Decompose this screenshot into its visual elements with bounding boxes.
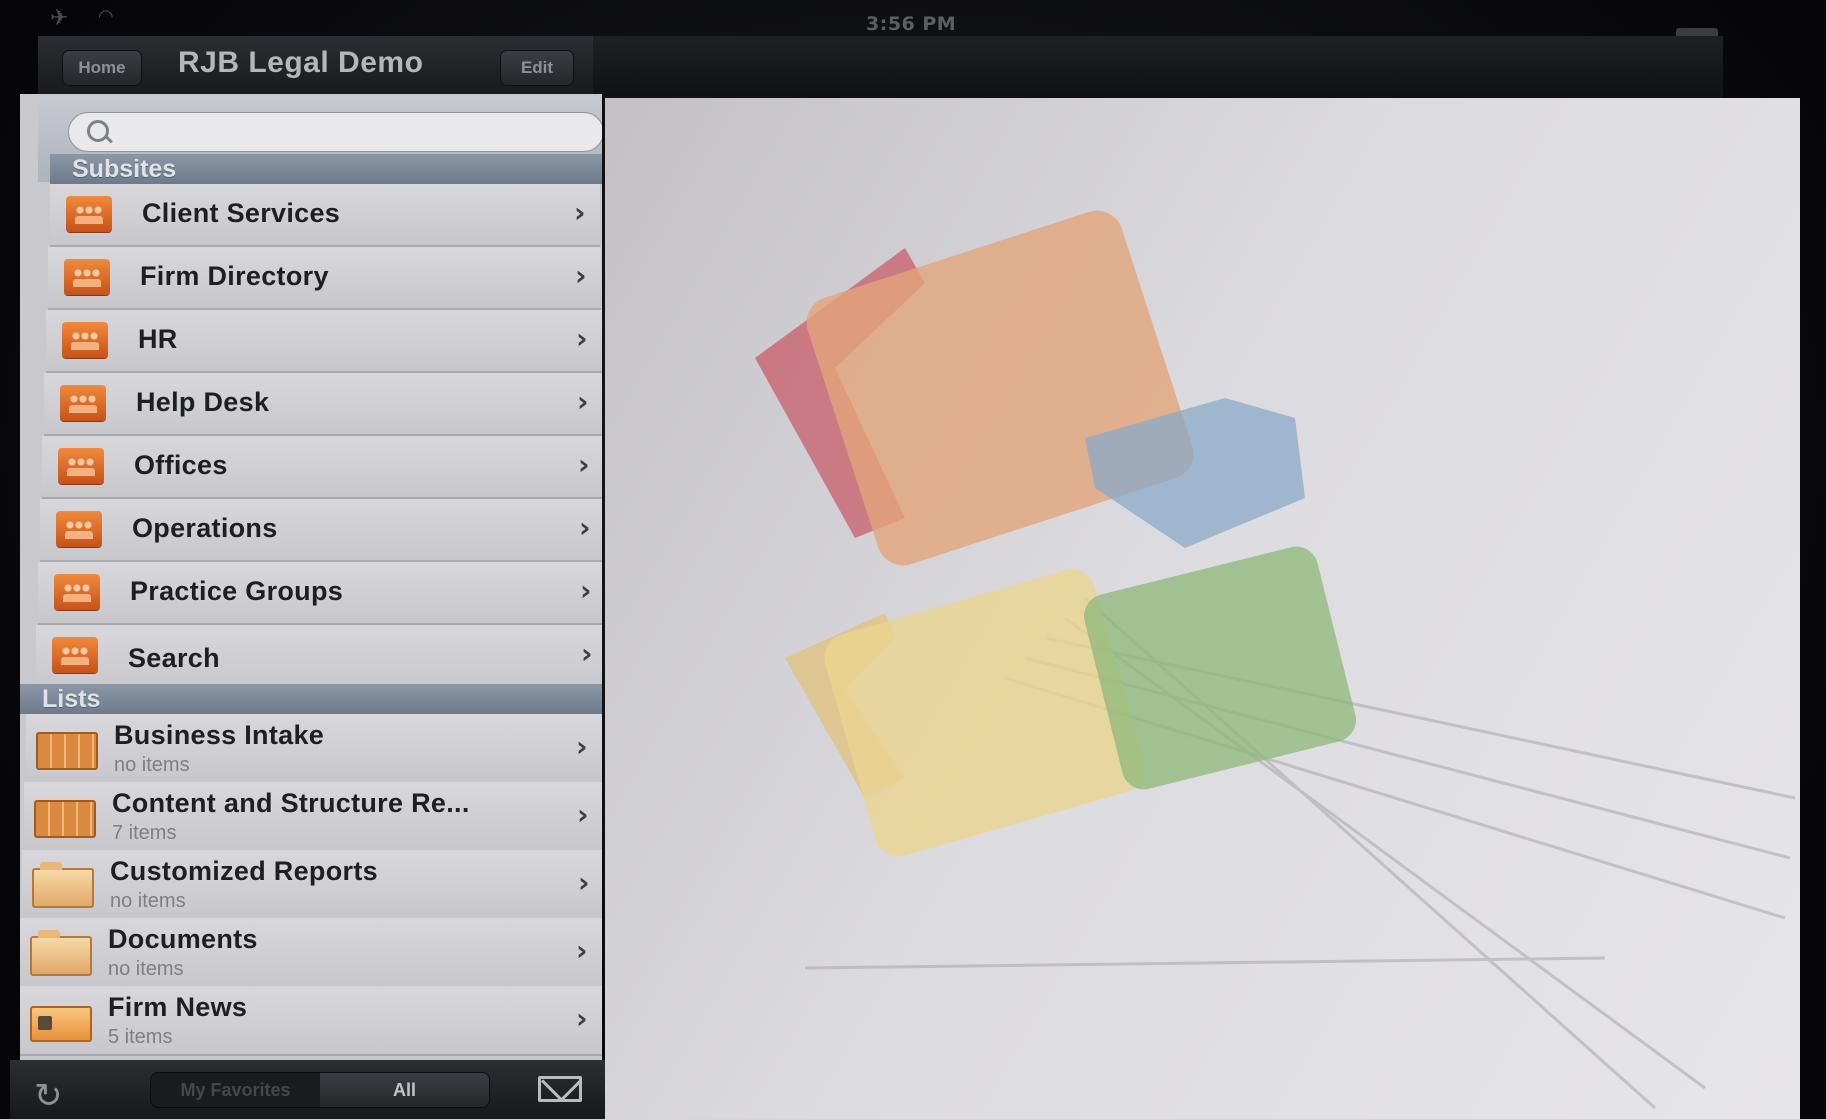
site-icon [54, 574, 100, 610]
sidebar-item-client-services[interactable]: Client Services › [50, 184, 600, 247]
sidebar-item-offices[interactable]: Offices › [42, 436, 602, 499]
home-button[interactable]: Home [62, 50, 142, 86]
sidebar-item-search[interactable]: Search › [36, 625, 602, 693]
tab-my-favorites[interactable]: My Favorites [151, 1073, 320, 1107]
list-item-count: no items [114, 754, 190, 776]
detail-pane [605, 98, 1800, 1119]
list-item-count: 5 items [108, 1026, 173, 1048]
news-icon [30, 1006, 92, 1042]
detail-navbar [593, 36, 1723, 98]
list-icon [34, 800, 96, 838]
edit-button[interactable]: Edit [500, 50, 574, 86]
chevron-right-icon: › [578, 448, 590, 481]
sidebar-item-practice-groups[interactable]: Practice Groups › [38, 562, 602, 625]
chevron-right-icon: › [579, 511, 591, 544]
wifi-icon: ◠ [98, 6, 114, 27]
sidebar-item-hr[interactable]: HR › [46, 310, 602, 373]
chevron-right-icon: › [581, 637, 593, 670]
sidebar-item-label: Practice Groups [130, 576, 344, 606]
tab-all[interactable]: All [320, 1073, 489, 1107]
folder-icon [32, 862, 94, 908]
sharepoint-logo-graphic [755, 210, 1796, 1110]
section-header-lists: Lists [20, 684, 602, 714]
list-icon [36, 732, 98, 770]
list-item-count: 7 items [112, 822, 177, 844]
list-item-title: Customized Reports [110, 856, 378, 886]
chevron-right-icon: › [576, 934, 588, 967]
folder-icon [30, 930, 92, 976]
mail-icon[interactable] [538, 1076, 582, 1102]
chevron-right-icon: › [575, 259, 587, 292]
chevron-right-icon: › [577, 798, 589, 831]
page-title: RJB Legal Demo [178, 46, 424, 79]
chevron-right-icon: › [576, 1002, 588, 1035]
sidebar-item-label: Help Desk [136, 387, 270, 417]
list-item-business-intake[interactable]: Business Intake no items › [26, 714, 602, 784]
site-icon [64, 259, 110, 295]
chevron-right-icon: › [576, 730, 588, 763]
status-time: 3:56 PM [866, 13, 957, 35]
sidebar-item-label: Firm Directory [140, 261, 329, 291]
list-item-documents[interactable]: Documents no items › [20, 918, 602, 988]
section-header-subsites: Subsites [50, 154, 602, 184]
list-item-title: Content and Structure Re... [112, 788, 470, 818]
site-icon [66, 196, 112, 232]
list-item-count: no items [110, 890, 186, 912]
sidebar-item-label: Client Services [142, 198, 341, 228]
search-icon [87, 120, 109, 142]
list-item-title: Firm News [108, 992, 248, 1022]
list-item-title: Documents [108, 924, 258, 954]
list-item-title: Business Intake [114, 720, 325, 750]
site-icon [62, 322, 108, 358]
chevron-right-icon: › [576, 322, 588, 355]
airplane-icon: ✈ [50, 6, 69, 31]
sidebar-item-firm-directory[interactable]: Firm Directory › [48, 247, 601, 310]
sidebar-item-label: HR [138, 324, 178, 354]
green-folder-shape [1084, 546, 1356, 790]
sidebar-item-label: Search [128, 643, 220, 673]
ipad-screen: ✈ ◠ 3:56 PM Home RJB Legal Demo Edit Sub… [0, 0, 1826, 1119]
sidebar: Subsites Client Services › Firm Director… [20, 94, 602, 1094]
refresh-icon[interactable]: ↻ [34, 1076, 63, 1116]
filter-segmented-control: My Favorites All [150, 1072, 490, 1108]
site-icon [58, 448, 104, 484]
bottom-toolbar: ↻ My Favorites All [10, 1060, 610, 1119]
chevron-right-icon: › [574, 196, 586, 229]
sidebar-item-help-desk[interactable]: Help Desk › [44, 373, 602, 436]
list-item-content-and-structure[interactable]: Content and Structure Re... 7 items › [24, 782, 602, 852]
chevron-right-icon: › [580, 574, 592, 607]
site-icon [52, 637, 98, 673]
sidebar-item-label: Operations [132, 513, 278, 543]
master-navbar: Home RJB Legal Demo Edit [38, 36, 593, 98]
list-item-count: no items [108, 958, 184, 980]
sidebar-item-label: Offices [134, 450, 228, 480]
site-icon [56, 511, 102, 547]
list-item-customized-reports[interactable]: Customized Reports no items › [22, 850, 602, 920]
chevron-right-icon: › [577, 385, 589, 418]
search-input[interactable] [68, 112, 602, 152]
sidebar-item-operations[interactable]: Operations › [40, 499, 602, 562]
chevron-right-icon: › [578, 866, 590, 899]
list-item-firm-news[interactable]: Firm News 5 items › [20, 986, 602, 1056]
site-icon [60, 385, 106, 421]
